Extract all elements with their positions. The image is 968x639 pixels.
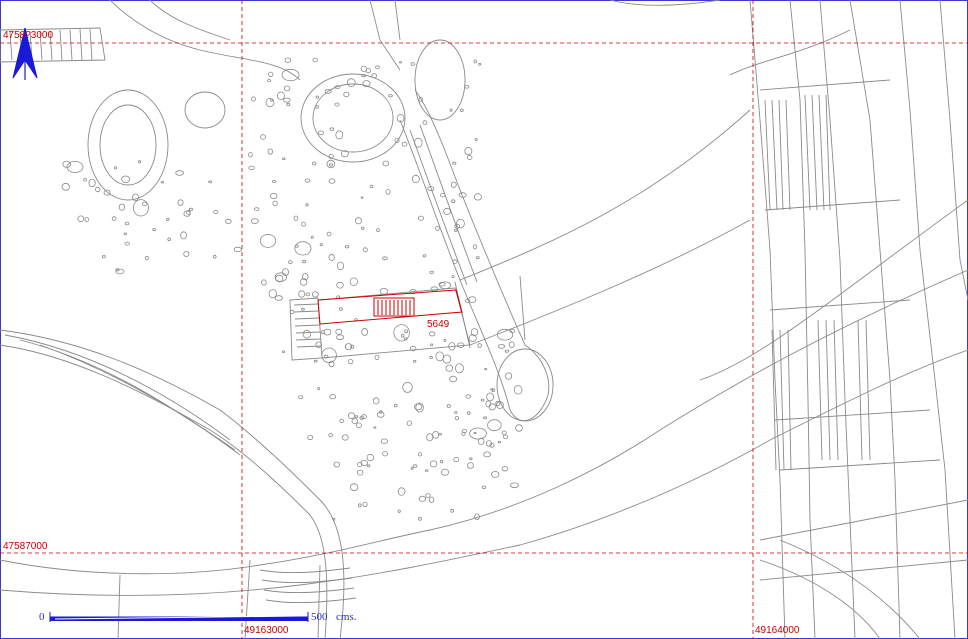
grid-label-north-top: 4758?3000 <box>3 30 54 41</box>
scale-start-label: 0 <box>39 611 45 623</box>
map-canvas: 4758?3000 47587000 49163000 49164000 564… <box>0 0 968 639</box>
scale-bar <box>49 612 309 622</box>
scale-unit-label: cms. <box>336 611 357 623</box>
grid-label-north-mid: 47587000 <box>3 541 48 552</box>
scale-end-label: 500 <box>311 611 328 623</box>
feature-label: 5649 <box>427 319 450 330</box>
grid-label-east-right: 49164000 <box>755 625 800 636</box>
grid-label-east-left: 49163000 <box>244 625 289 636</box>
